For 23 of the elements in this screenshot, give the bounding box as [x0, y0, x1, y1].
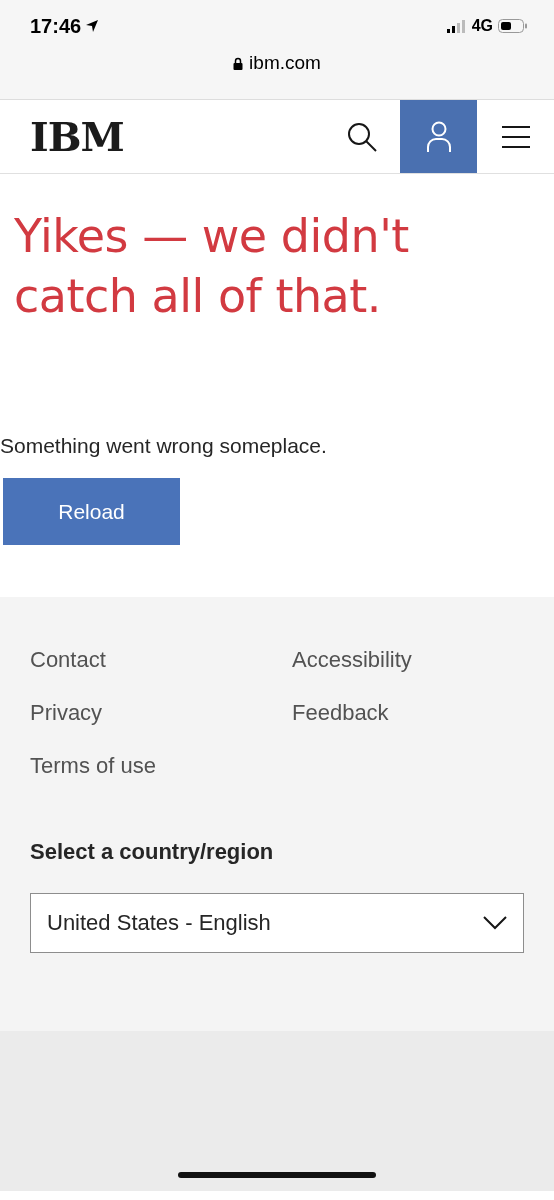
footer-link[interactable]: Privacy	[30, 700, 292, 726]
country-select[interactable]: United States - English	[30, 893, 524, 953]
search-icon	[345, 120, 378, 153]
network-label: 4G	[471, 17, 493, 35]
battery-icon	[498, 19, 528, 33]
location-arrow-icon	[85, 19, 100, 33]
user-button[interactable]	[400, 100, 477, 173]
user-icon	[425, 120, 452, 153]
chevron-down-icon	[483, 916, 507, 930]
footer-link[interactable]: Terms of use	[30, 753, 292, 779]
clock-time: 17:46	[30, 14, 82, 38]
footer-link[interactable]: Accessibility	[292, 647, 524, 673]
signal-icon	[446, 19, 467, 33]
footer-link[interactable]: Contact	[30, 647, 292, 673]
footer-link[interactable]: Feedback	[292, 700, 524, 726]
menu-icon	[501, 124, 530, 149]
lock-icon	[233, 56, 244, 70]
logo[interactable]: IBM	[30, 116, 124, 157]
url-text[interactable]: ibm.com	[249, 52, 321, 74]
country-label: Select a country/region	[30, 839, 275, 865]
error-message: Something went wrong someplace.	[0, 434, 328, 458]
error-heading: Yikes — we didn't catch all of that.	[14, 208, 410, 325]
reload-button[interactable]: Reload	[3, 478, 180, 545]
